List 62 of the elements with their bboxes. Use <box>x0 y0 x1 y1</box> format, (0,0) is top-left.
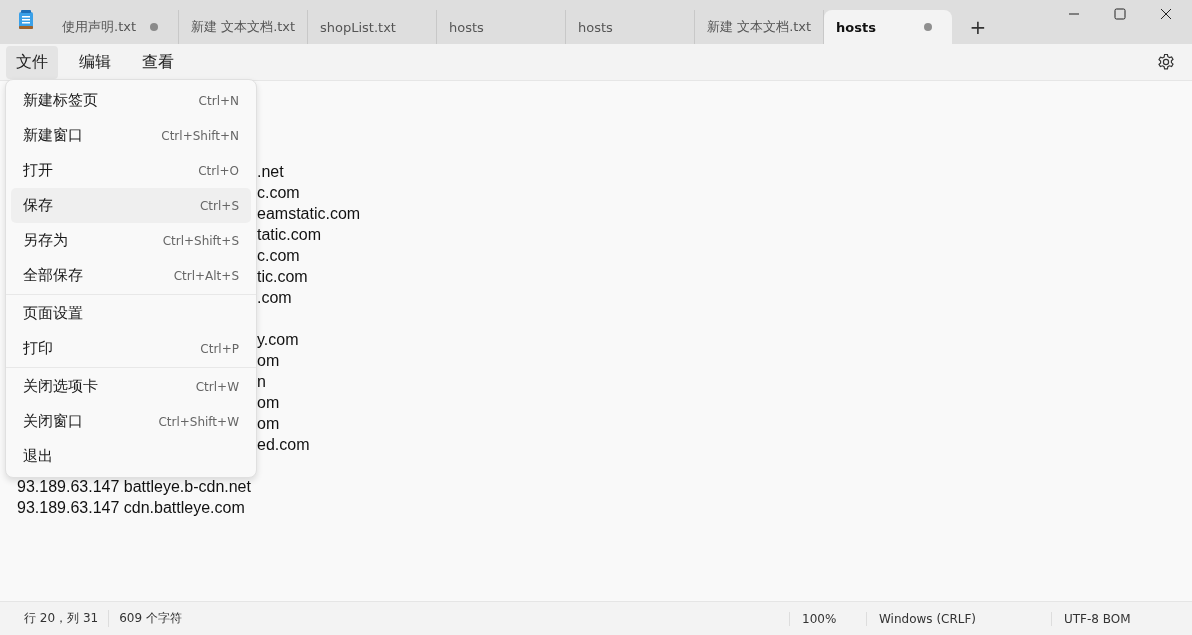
cursor-position: 行 20，列 31 <box>23 610 100 627</box>
menu-item[interactable]: 退出 <box>11 439 251 474</box>
menu-item-label: 新建窗口 <box>23 126 83 145</box>
unsaved-dot-icon <box>150 23 158 31</box>
shortcut-text: Ctrl+N <box>198 93 239 108</box>
text-line: tic.com <box>257 268 308 285</box>
unsaved-dot-icon <box>924 23 932 31</box>
menu-item-label: 全部保存 <box>23 266 83 285</box>
menu-item[interactable]: 关闭窗口 Ctrl+Shift+W <box>11 404 251 439</box>
menu-item-label: 关闭窗口 <box>23 412 83 431</box>
text-line: y.com <box>257 331 299 348</box>
menu-item[interactable]: 另存为 Ctrl+Shift+S <box>11 223 251 258</box>
tab[interactable]: hosts <box>824 10 952 44</box>
menu-item-label: 打开 <box>23 161 53 180</box>
text-line: .net <box>257 163 284 180</box>
text-line: 93.189.63.147 battleye.b-cdn.net <box>17 478 251 495</box>
text-line: 93.189.63.147 cdn.battleye.com <box>17 499 245 516</box>
text-line: eamstatic.com <box>257 205 361 222</box>
text-line: n <box>257 373 266 390</box>
menu-item-label: 另存为 <box>23 231 68 250</box>
text-line: .com <box>257 289 292 306</box>
menu-item-label: 页面设置 <box>23 304 83 323</box>
text-line: om <box>257 352 280 369</box>
shortcut-text: Ctrl+Alt+S <box>173 268 239 283</box>
menu-item[interactable]: 打印 Ctrl+P <box>11 331 251 366</box>
menu-item[interactable]: 保存 Ctrl+S <box>11 188 251 223</box>
shortcut-text: Ctrl+P <box>200 341 239 356</box>
character-count: 609 个字符 <box>108 610 192 627</box>
close-icon[interactable] <box>1160 8 1172 20</box>
shortcut-text: Ctrl+W <box>195 379 239 394</box>
notepad-icon <box>18 10 34 30</box>
menu-item[interactable]: 关闭选项卡 Ctrl+W <box>11 369 251 404</box>
text-line: ed.com <box>257 436 310 453</box>
text-line: c.com <box>257 247 300 264</box>
menu-item[interactable]: 新建标签页 Ctrl+N <box>11 83 251 118</box>
menu-item-label: 新建标签页 <box>23 91 98 110</box>
text-line: tatic.com <box>257 226 321 243</box>
maximize-icon[interactable] <box>1114 8 1126 20</box>
menu-item-label: 关闭选项卡 <box>23 377 98 396</box>
shortcut-text: Ctrl+O <box>198 163 239 178</box>
encoding: UTF-8 BOM <box>1051 611 1192 626</box>
new-tab-button[interactable]: + <box>956 10 1000 44</box>
menu-item-label: 保存 <box>23 196 53 215</box>
text-line: c.com <box>257 184 300 201</box>
shortcut-text: Ctrl+S <box>199 198 239 213</box>
zoom-level: 100% <box>789 611 866 626</box>
shortcut-text: Ctrl+Shift+N <box>161 128 239 143</box>
menu-item[interactable]: 编辑 <box>69 45 121 79</box>
menu-item[interactable]: 查看 <box>132 45 184 79</box>
menu-item[interactable]: 新建窗口 Ctrl+Shift+N <box>11 118 251 153</box>
text-line: om <box>257 394 280 411</box>
menu-item[interactable]: 页面设置 <box>11 296 251 331</box>
shortcut-text: Ctrl+Shift+S <box>162 233 239 248</box>
menu-item[interactable]: 文件 <box>6 45 58 79</box>
settings-icon[interactable] <box>1157 53 1175 71</box>
shortcut-text: Ctrl+Shift+W <box>158 414 239 429</box>
menu-item[interactable]: 打开 Ctrl+O <box>11 153 251 188</box>
menu-item-label: 退出 <box>23 447 53 466</box>
text-line: om <box>257 415 280 432</box>
menu-item[interactable]: 全部保存 Ctrl+Alt+S <box>11 258 251 293</box>
line-ending: Windows (CRLF) <box>866 611 1051 626</box>
menu-item-label: 打印 <box>23 339 53 358</box>
